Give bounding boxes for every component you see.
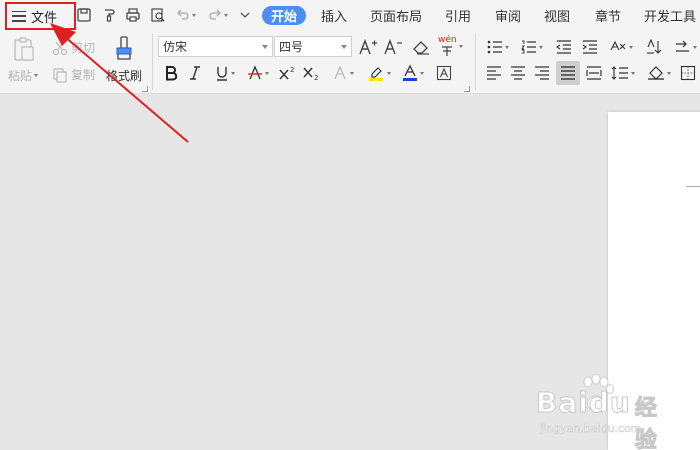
watermark-brand-wrap: Baidu 经验 <box>536 386 676 450</box>
watermark-url: jingyan.baidu.com <box>540 422 642 436</box>
watermark-brand-cn: 经验 <box>634 396 658 450</box>
watermark-brand: Baidu <box>536 386 631 420</box>
wps-writer-window: 文件 开始 插入 页面布局 引用 审阅 视图 章节 开发工具 粘贴 剪切 复制 … <box>0 0 700 450</box>
baidu-watermark: Baidu 经验 jingyan.baidu.com <box>536 372 676 450</box>
